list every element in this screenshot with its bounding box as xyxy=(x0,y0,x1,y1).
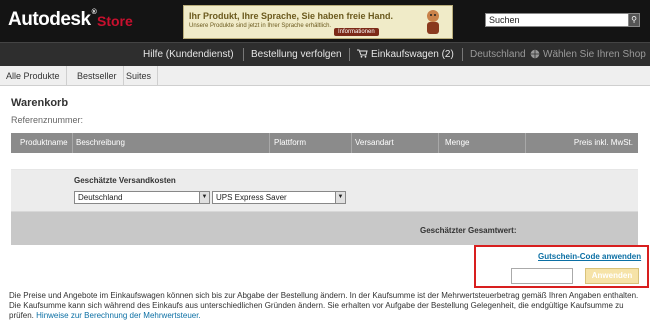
column-divider xyxy=(269,133,270,153)
category-tabs: Alle Produkte Bestseller Suites xyxy=(0,66,650,86)
nav-divider xyxy=(243,48,244,61)
coupon-highlight-box: Gutschein-Code anwenden Anwenden xyxy=(474,245,649,288)
autodesk-logo[interactable]: Autodesk® xyxy=(8,9,97,31)
cart-icon[interactable] xyxy=(357,49,368,61)
nav-divider xyxy=(462,48,463,61)
top-header: Autodesk® Store Ihr Produkt, Ihre Sprach… xyxy=(0,0,650,42)
column-divider xyxy=(525,133,526,153)
chevron-down-icon: ▼ xyxy=(199,192,209,203)
total-row: Geschätzter Gesamtwert: xyxy=(11,212,638,245)
tab-all-products[interactable]: Alle Produkte xyxy=(0,66,67,86)
column-price: Preis inkl. MwSt. xyxy=(573,138,633,147)
banner-info-button[interactable]: Informationen xyxy=(334,28,379,36)
main-nav: Hilfe (Kundendienst) Bestellung verfolge… xyxy=(0,42,650,66)
reference-number-label: Referenznummer: xyxy=(11,115,84,125)
column-product-name: Produktname xyxy=(20,138,68,147)
column-divider xyxy=(72,133,73,153)
nav-cart[interactable]: Einkaufswagen (2) xyxy=(371,49,454,60)
total-label: Geschätzter Gesamtwert: xyxy=(420,226,517,235)
vat-info-link[interactable]: Hinweise zur Berechnung der Mehrwertsteu… xyxy=(36,311,201,320)
shipping-estimate: Geschätzte Versandkosten Deutschland ▼ U… xyxy=(11,170,638,212)
shipping-method-select[interactable]: UPS Express Saver ▼ xyxy=(212,191,346,204)
coupon-code-input[interactable] xyxy=(511,268,573,284)
tab-bestseller[interactable]: Bestseller xyxy=(71,66,124,86)
search-input[interactable] xyxy=(485,13,630,27)
store-label[interactable]: Store xyxy=(97,13,133,29)
promo-banner[interactable]: Ihr Produkt, Ihre Sprache, Sie haben fre… xyxy=(183,5,453,39)
banner-figure-icon xyxy=(427,10,439,34)
nav-track-order[interactable]: Bestellung verfolgen xyxy=(251,49,342,60)
brand-name: Autodesk xyxy=(8,9,91,30)
banner-subline: Unsere Produkte sind jetzt in Ihrer Spra… xyxy=(189,23,332,29)
column-description: Beschreibung xyxy=(76,138,125,147)
country-select[interactable]: Deutschland ▼ xyxy=(74,191,210,204)
column-divider xyxy=(351,133,352,153)
trademark: ® xyxy=(91,9,97,16)
nav-choose-shop[interactable]: Wählen Sie Ihren Shop xyxy=(543,49,646,60)
nav-divider xyxy=(349,48,350,61)
nav-help[interactable]: Hilfe (Kundendienst) xyxy=(143,49,234,60)
cart-table-header: Produktname Beschreibung Plattform Versa… xyxy=(11,133,638,153)
globe-icon xyxy=(530,49,540,62)
search-icon[interactable]: ⚲ xyxy=(628,13,640,27)
column-divider xyxy=(438,133,439,153)
shipping-method-value: UPS Express Saver xyxy=(216,193,287,202)
banner-headline: Ihr Produkt, Ihre Sprache, Sie haben fre… xyxy=(189,11,394,21)
column-platform: Plattform xyxy=(274,138,307,147)
column-quantity: Menge xyxy=(445,138,470,147)
page-title: Warenkorb xyxy=(11,97,69,109)
chevron-down-icon: ▼ xyxy=(335,192,345,203)
tab-suites[interactable]: Suites xyxy=(120,66,159,86)
column-shipping-method: Versandart xyxy=(355,138,394,147)
apply-coupon-button[interactable]: Anwenden xyxy=(585,268,639,284)
country-select-value: Deutschland xyxy=(78,193,123,202)
shipping-label: Geschätzte Versandkosten xyxy=(74,176,176,185)
table-row xyxy=(11,153,638,170)
nav-country[interactable]: Deutschland xyxy=(470,49,526,60)
price-disclaimer: Die Preise und Angebote im Einkaufswagen… xyxy=(9,291,644,321)
apply-coupon-link[interactable]: Gutschein-Code anwenden xyxy=(538,252,641,261)
